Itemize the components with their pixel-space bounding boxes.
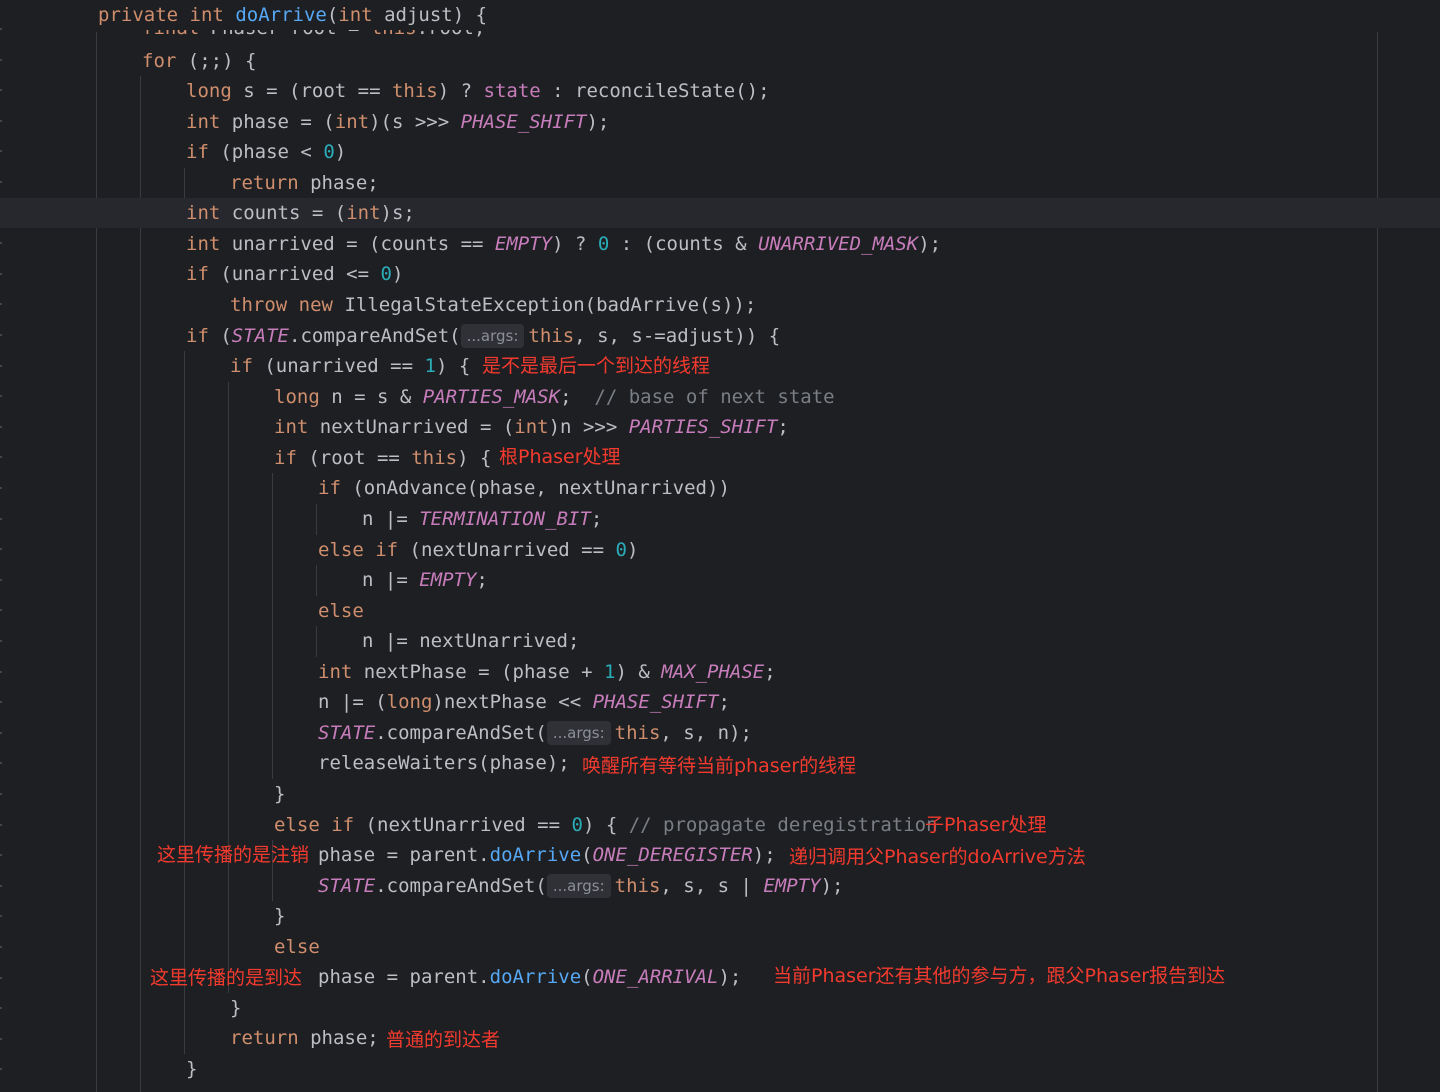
code-line[interactable]: final Phaser root = this.root; [0, 30, 1440, 40]
code-line[interactable]: int nextUnarrived = (int)n >>> PARTIES_S… [0, 412, 1440, 442]
annotation-report-parent: 当前Phaser还有其他的参与方，跟父Phaser报告到达 [773, 965, 1226, 987]
code-line[interactable]: int nextPhase = (phase + 1) & MAX_PHASE; [0, 657, 1440, 687]
code-text: else if (nextUnarrived == 0) [318, 539, 639, 561]
code-line[interactable]: STATE.compareAndSet(...args: this, s, s |… [0, 871, 1440, 901]
code-text: else [318, 600, 364, 622]
code-text: int nextPhase = (phase + 1) & MAX_PHASE; [318, 661, 776, 683]
parameter-hint: ...args: [546, 874, 611, 898]
code-text: n |= EMPTY; [362, 569, 488, 591]
code-editor[interactable]: private int doArrive(int adjust) { final … [0, 0, 1440, 1092]
code-line[interactable]: STATE.compareAndSet(...args: this, s, n); [0, 718, 1440, 748]
code-text: int phase = (int)(s >>> PHASE_SHIFT); [186, 111, 610, 133]
code-line[interactable]: int counts = (int)s; [0, 198, 1440, 228]
code-line[interactable]: n |= (long)nextPhase << PHASE_SHIFT; [0, 687, 1440, 717]
code-text: releaseWaiters(phase); [318, 752, 570, 774]
code-line[interactable]: if (STATE.compareAndSet(...args: this, s,… [0, 321, 1440, 351]
code-line[interactable]: n |= nextUnarrived; [0, 626, 1440, 656]
code-line[interactable]: else [0, 932, 1440, 962]
code-text: } [274, 783, 286, 805]
code-text: if (unarrived == 1) { [230, 355, 471, 377]
code-text: if (STATE.compareAndSet(...args: this, s,… [186, 324, 781, 348]
code-line[interactable]: } [0, 993, 1440, 1023]
code-text: STATE.compareAndSet(...args: this, s, n); [318, 721, 752, 745]
code-line[interactable]: int unarrived = (counts == EMPTY) ? 0 : … [0, 229, 1440, 259]
code-line[interactable]: if (unarrived <= 0) [0, 259, 1440, 289]
code-text: phase = parent.doArrive(ONE_ARRIVAL); [318, 966, 742, 988]
code-text: int nextUnarrived = (int)n >>> PARTIES_S… [274, 416, 789, 438]
parameter-hint: ...args: [460, 324, 525, 348]
code-text: if (phase < 0) [186, 141, 347, 163]
code-text: if (onAdvance(phase, nextUnarrived)) [318, 477, 730, 499]
annotation-wake-waiters: 唤醒所有等待当前phaser的线程 [582, 755, 857, 777]
code-line[interactable]: } [0, 779, 1440, 809]
code-text: n |= nextUnarrived; [362, 630, 580, 652]
code-text: } [230, 997, 242, 1019]
code-text: n |= (long)nextPhase << PHASE_SHIFT; [318, 691, 730, 713]
code-text: if (root == this) { [274, 447, 492, 469]
code-line[interactable]: n |= TERMINATION_BIT; [0, 504, 1440, 534]
annotation-root-phaser: 根Phaser处理 [499, 446, 621, 468]
annotation-propagate-arrival: 这里传播的是到达 [150, 967, 303, 989]
code-text: throw new IllegalStateException(badArriv… [230, 294, 757, 316]
code-line[interactable]: n |= EMPTY; [0, 565, 1440, 595]
code-text: else if (nextUnarrived == 0) { // propag… [274, 814, 938, 836]
code-line[interactable]: long s = (root == this) ? state : reconc… [0, 76, 1440, 106]
annotation-child-phaser: 子Phaser处理 [925, 814, 1047, 836]
code-text: long n = s & PARTIES_MASK; // base of ne… [274, 386, 835, 408]
code-line[interactable]: long n = s & PARTIES_MASK; // base of ne… [0, 382, 1440, 412]
code-text: } [274, 905, 286, 927]
code-line[interactable]: if (onAdvance(phase, nextUnarrived)) [0, 473, 1440, 503]
code-line[interactable]: if (phase < 0) [0, 137, 1440, 167]
code-text: final Phaser root = this.root; [142, 30, 485, 40]
code-line[interactable]: if (root == this) { [0, 443, 1440, 473]
annotation-normal-arriver: 普通的到达者 [386, 1029, 501, 1051]
code-line[interactable]: if (unarrived == 1) { [0, 351, 1440, 381]
annotation-propagate-deregistration: 这里传播的是注销 [157, 844, 310, 866]
code-text: int unarrived = (counts == EMPTY) ? 0 : … [186, 233, 942, 255]
code-line[interactable]: throw new IllegalStateException(badArriv… [0, 290, 1440, 320]
code-text: long s = (root == this) ? state : reconc… [186, 80, 770, 102]
code-text: } [186, 1058, 198, 1080]
code-line[interactable]: int phase = (int)(s >>> PHASE_SHIFT); [0, 107, 1440, 137]
code-line[interactable]: return phase; [0, 168, 1440, 198]
code-line[interactable]: } [0, 901, 1440, 931]
code-line[interactable]: } [0, 1054, 1440, 1084]
code-line[interactable]: else [0, 596, 1440, 626]
code-line[interactable]: else if (nextUnarrived == 0) { // propag… [0, 810, 1440, 840]
code-text: private int doArrive(int adjust) { [98, 4, 488, 26]
code-line[interactable]: for (;;) { [0, 46, 1440, 76]
code-line[interactable]: else if (nextUnarrived == 0) [0, 535, 1440, 565]
code-text: else [274, 936, 320, 958]
code-text: for (;;) { [142, 50, 257, 72]
code-line[interactable]: private int doArrive(int adjust) { [0, 0, 1440, 30]
annotation-last-arriver: 是不是最后一个到达的线程 [482, 355, 711, 377]
code-line[interactable]: return phase; [0, 1023, 1440, 1053]
code-text: n |= TERMINATION_BIT; [362, 508, 603, 530]
code-text: return phase; [230, 1027, 379, 1049]
code-text: if (unarrived <= 0) [186, 263, 404, 285]
code-text: phase = parent.doArrive(ONE_DEREGISTER); [318, 844, 776, 866]
code-text: int counts = (int)s; [186, 202, 415, 224]
annotation-recursive-call: 递归调用父Phaser的doArrive方法 [789, 846, 1086, 868]
parameter-hint: ...args: [546, 721, 611, 745]
code-text: return phase; [230, 172, 379, 194]
code-text: STATE.compareAndSet(...args: this, s, s |… [318, 874, 844, 898]
